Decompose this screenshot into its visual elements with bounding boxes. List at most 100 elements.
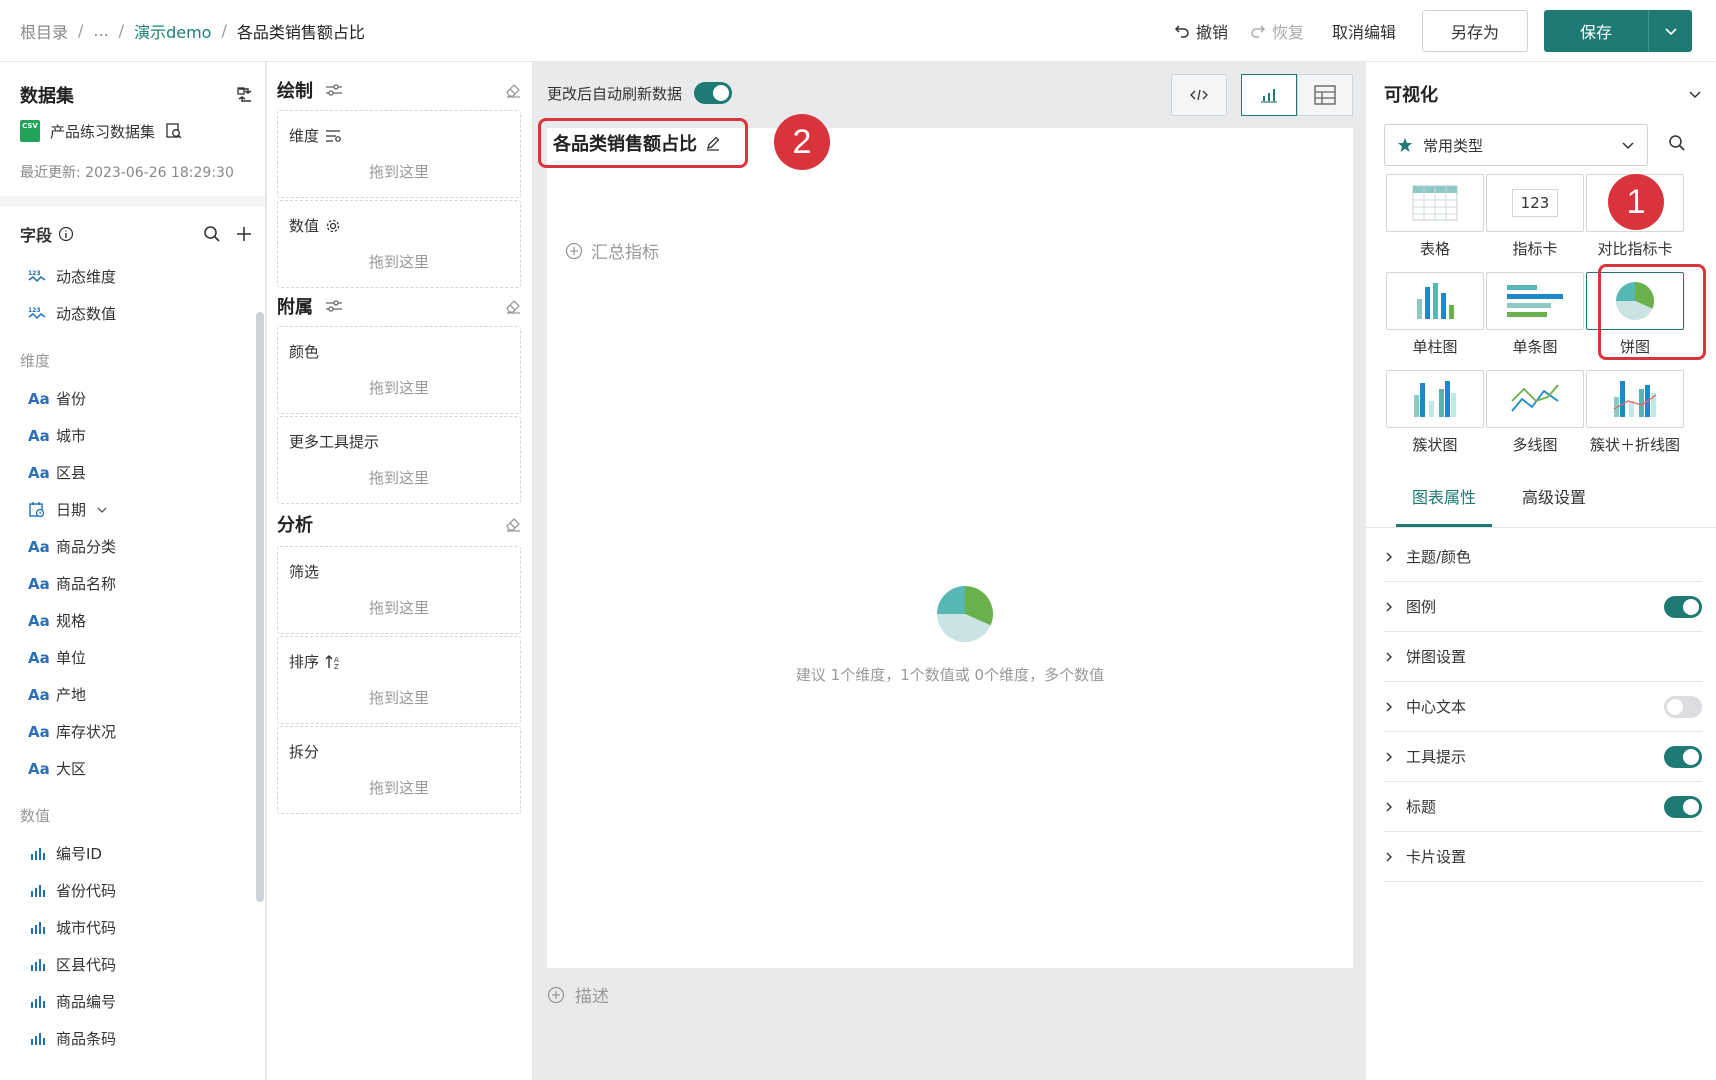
code-view-button[interactable]: [1171, 74, 1227, 116]
svg-text:123: 123: [28, 270, 41, 277]
field-item[interactable]: 日期: [0, 491, 254, 528]
chart-type-table-tile[interactable]: [1386, 174, 1484, 232]
field-item[interactable]: Aa 城市: [0, 417, 254, 454]
field-item[interactable]: Aa 商品名称: [0, 565, 254, 602]
chart-type-combo-tile[interactable]: [1586, 370, 1684, 428]
table-view-button[interactable]: [1297, 74, 1353, 116]
field-item[interactable]: Aa 商品分类: [0, 528, 254, 565]
dynamic-dimension-icon: 123: [28, 270, 46, 282]
chart-type-label: 表格: [1419, 240, 1450, 258]
cancel-edit-button[interactable]: 取消编辑: [1332, 19, 1396, 43]
field-item[interactable]: 123 动态维度: [0, 258, 254, 295]
number-type-icon: [31, 884, 45, 897]
property-title[interactable]: 标题: [1384, 782, 1702, 832]
svg-text:123: 123: [28, 307, 41, 314]
dataset-updated: 最近更新: 2023-06-26 18:29:30: [20, 165, 234, 181]
eraser-icon[interactable]: [504, 516, 522, 532]
property-card-settings[interactable]: 卡片设置: [1384, 832, 1702, 882]
field-item[interactable]: 编号ID: [0, 835, 254, 872]
field-item[interactable]: Aa 规格: [0, 602, 254, 639]
breadcrumb-ellipsis[interactable]: ...: [93, 21, 108, 40]
breadcrumb-folder[interactable]: 演示demo: [134, 19, 211, 43]
kpi-preview-icon: 123: [1511, 189, 1559, 217]
color-drop-zone[interactable]: 颜色 拖到这里: [277, 326, 521, 414]
chart-view-button[interactable]: [1241, 74, 1297, 116]
chart-type-multiline-tile[interactable]: [1486, 370, 1584, 428]
field-item[interactable]: 省份代码: [0, 872, 254, 909]
field-item[interactable]: Aa 省份: [0, 380, 254, 417]
chart-type-bar-tile[interactable]: [1486, 272, 1584, 330]
field-item[interactable]: Aa 区县: [0, 454, 254, 491]
field-item[interactable]: 商品编号: [0, 983, 254, 1020]
property-tabs: 图表属性 高级设置: [1366, 466, 1716, 528]
filter-drop-zone[interactable]: 筛选 拖到这里: [277, 546, 521, 634]
dataset-name: 产品练习数据集: [50, 122, 156, 141]
dimension-drop-zone[interactable]: 维度 拖到这里: [277, 110, 521, 198]
fields-title: 字段: [20, 226, 53, 245]
field-item[interactable]: Aa 大区: [0, 750, 254, 787]
cluster-chart-icon: [1414, 381, 1456, 417]
field-item[interactable]: 商品条码: [0, 1020, 254, 1057]
tab-advanced-settings[interactable]: 高级设置: [1522, 484, 1586, 508]
filter-list-icon[interactable]: [325, 129, 341, 143]
auto-refresh-toggle[interactable]: [694, 82, 733, 104]
property-pie-settings[interactable]: 饼图设置: [1384, 632, 1702, 682]
field-item[interactable]: Aa 库存状况: [0, 713, 254, 750]
search-icon[interactable]: [1668, 134, 1686, 152]
field-item[interactable]: Aa 单位: [0, 639, 254, 676]
center-text-toggle[interactable]: [1664, 695, 1702, 718]
breadcrumb-separator: /: [78, 21, 84, 40]
sort-drop-zone[interactable]: 排序 AZ 拖到这里: [277, 636, 521, 724]
property-center-text[interactable]: 中心文本: [1384, 682, 1702, 732]
info-icon[interactable]: [58, 226, 74, 242]
chevron-down-icon[interactable]: [96, 504, 108, 516]
search-icon[interactable]: [203, 225, 221, 243]
redo-button[interactable]: 恢复: [1250, 19, 1304, 43]
chart-type-category-select[interactable]: 常用类型: [1384, 124, 1648, 166]
save-dropdown-button[interactable]: [1648, 10, 1692, 52]
chart-type-column-tile[interactable]: [1386, 272, 1484, 330]
save-button[interactable]: 保存: [1544, 10, 1648, 52]
chart-type-cluster-tile[interactable]: [1386, 370, 1484, 428]
add-description-button[interactable]: 描述: [547, 982, 609, 1007]
field-item[interactable]: Aa 产地: [0, 676, 254, 713]
tab-chart-properties[interactable]: 图表属性: [1412, 484, 1476, 508]
chart-title[interactable]: 各品类销售额占比: [538, 118, 748, 168]
split-drop-zone[interactable]: 拆分 拖到这里: [277, 726, 521, 814]
field-item[interactable]: 123 动态数值: [0, 295, 254, 332]
preview-dataset-icon[interactable]: [165, 122, 183, 140]
field-item[interactable]: 城市代码: [0, 909, 254, 946]
gear-icon[interactable]: [325, 218, 341, 234]
dataset-title: 数据集: [20, 86, 74, 107]
save-as-button[interactable]: 另存为: [1421, 10, 1528, 52]
number-type-icon: [31, 921, 45, 934]
tooltip-drop-zone[interactable]: 更多工具提示 拖到这里: [277, 416, 521, 504]
field-item[interactable]: 区县代码: [0, 946, 254, 983]
undo-button[interactable]: 撤销: [1174, 19, 1228, 43]
chart-type-label: 单柱图: [1412, 338, 1458, 356]
property-theme-color[interactable]: 主题/颜色: [1384, 532, 1702, 582]
field-list-scrollbar[interactable]: [256, 312, 264, 902]
add-field-icon[interactable]: [235, 225, 253, 243]
title-toggle[interactable]: [1664, 795, 1702, 818]
config-panel: 绘制 维度 拖到这里 数值 拖到这里 附属 颜色 拖到这里 更多工具提示 拖到这…: [267, 62, 533, 1080]
edit-pencil-icon[interactable]: [705, 135, 721, 151]
sort-icon[interactable]: AZ: [325, 654, 341, 670]
chart-type-kpi-tile[interactable]: 123: [1486, 174, 1584, 232]
eraser-icon[interactable]: [504, 82, 522, 98]
divider: [0, 196, 265, 206]
eraser-icon[interactable]: [504, 298, 522, 314]
measure-drop-zone[interactable]: 数值 拖到这里: [277, 200, 521, 288]
legend-toggle[interactable]: [1664, 595, 1702, 618]
chevron-down-icon[interactable]: [1688, 87, 1702, 101]
field-label: 城市: [56, 427, 87, 445]
switch-dataset-icon[interactable]: [235, 85, 255, 105]
breadcrumb-root[interactable]: 根目录: [20, 19, 68, 43]
property-tooltip[interactable]: 工具提示: [1384, 732, 1702, 782]
settings-sliders-icon[interactable]: [325, 299, 343, 313]
dataset-name-row[interactable]: CSV 产品练习数据集: [20, 120, 183, 142]
tooltip-toggle[interactable]: [1664, 745, 1702, 768]
add-metric-button[interactable]: 汇总指标: [565, 238, 659, 263]
property-legend[interactable]: 图例: [1384, 582, 1702, 632]
settings-sliders-icon[interactable]: [325, 83, 343, 97]
